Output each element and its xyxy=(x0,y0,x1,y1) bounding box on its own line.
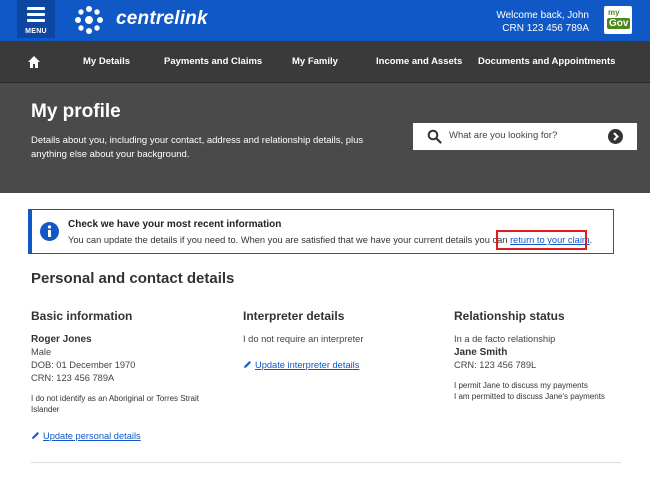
arrow-right-circle-icon[interactable] xyxy=(608,129,623,144)
interpreter-status: I do not require an interpreter xyxy=(243,334,364,344)
nav-item-my-family[interactable]: My Family xyxy=(292,41,338,83)
relationship-status-panel: Relationship status In a de facto relati… xyxy=(454,309,644,402)
main-nav: My Details Payments and Claims My Family… xyxy=(0,41,650,83)
section-divider xyxy=(31,462,621,463)
mygov-my-text: my xyxy=(608,8,620,17)
update-personal-details-link[interactable]: Update personal details xyxy=(43,431,141,441)
centrelink-star-logo-icon xyxy=(75,6,103,34)
permission-2: I am permitted to discuss Jane's payment… xyxy=(454,392,605,401)
user-crn: CRN 123 456 789A xyxy=(502,23,589,34)
home-icon[interactable] xyxy=(27,41,41,83)
mygov-logo[interactable]: my Gov xyxy=(604,6,632,34)
nav-item-payments-and-claims[interactable]: Payments and Claims xyxy=(164,41,262,83)
search-icon xyxy=(427,129,442,144)
search-box[interactable]: What are you looking for? xyxy=(413,123,637,150)
page-title: My profile xyxy=(31,101,121,122)
page-description: Details about you, including your contac… xyxy=(31,135,364,160)
hero-banner: My profile Details about you, including … xyxy=(0,83,650,193)
update-personal-details-row: Update personal details xyxy=(31,426,221,444)
alert-message-text: You can update the details if you need t… xyxy=(68,235,511,245)
basic-information-heading: Basic information xyxy=(31,309,133,323)
info-icon xyxy=(40,222,59,241)
date-of-birth: DOB: 01 December 1970 xyxy=(31,360,136,370)
nav-item-documents-and-appointments[interactable]: Documents and Appointments xyxy=(478,41,615,83)
header-bar: MENU centrelink Welcome back, John CRN 1… xyxy=(0,0,650,41)
welcome-text: Welcome back, John xyxy=(496,10,589,21)
interpreter-details-panel: Interpreter details I do not require an … xyxy=(243,309,433,373)
search-input[interactable]: What are you looking for? xyxy=(449,130,557,141)
indigenous-status: I do not identify as an Aboriginal or To… xyxy=(31,394,199,414)
partner-name: Jane Smith xyxy=(454,347,508,358)
alert-title: Check we have your most recent informati… xyxy=(68,219,282,230)
update-interpreter-details-link[interactable]: Update interpreter details xyxy=(255,360,359,370)
pencil-icon xyxy=(32,432,39,439)
menu-label: MENU xyxy=(25,28,47,35)
nav-item-income-and-assets[interactable]: Income and Assets xyxy=(376,41,462,83)
nav-item-my-details[interactable]: My Details xyxy=(83,41,130,83)
section-title: Personal and contact details xyxy=(31,270,235,287)
update-interpreter-details-row: Update interpreter details xyxy=(243,355,433,373)
interpreter-details-heading: Interpreter details xyxy=(243,309,345,323)
relationship-status: In a de facto relationship xyxy=(454,334,556,344)
gender: Male xyxy=(31,347,52,357)
highlight-box xyxy=(496,230,587,250)
pencil-icon xyxy=(244,361,251,368)
partner-crn: CRN: 123 456 789L xyxy=(454,360,537,370)
mygov-gov-text: Gov xyxy=(607,18,631,29)
hamburger-icon xyxy=(27,7,45,25)
person-name: Roger Jones xyxy=(31,334,92,345)
alert-suffix: . xyxy=(589,235,593,245)
menu-button[interactable]: MENU xyxy=(17,0,55,38)
relationship-status-heading: Relationship status xyxy=(454,309,565,323)
permission-1: I permit Jane to discuss my payments xyxy=(454,381,588,390)
welcome-block: Welcome back, John CRN 123 456 789A xyxy=(496,9,589,35)
basic-information-panel: Basic information Roger Jones Male DOB: … xyxy=(31,309,221,444)
brand-name[interactable]: centrelink xyxy=(116,8,208,30)
customer-crn: CRN: 123 456 789A xyxy=(31,373,115,383)
